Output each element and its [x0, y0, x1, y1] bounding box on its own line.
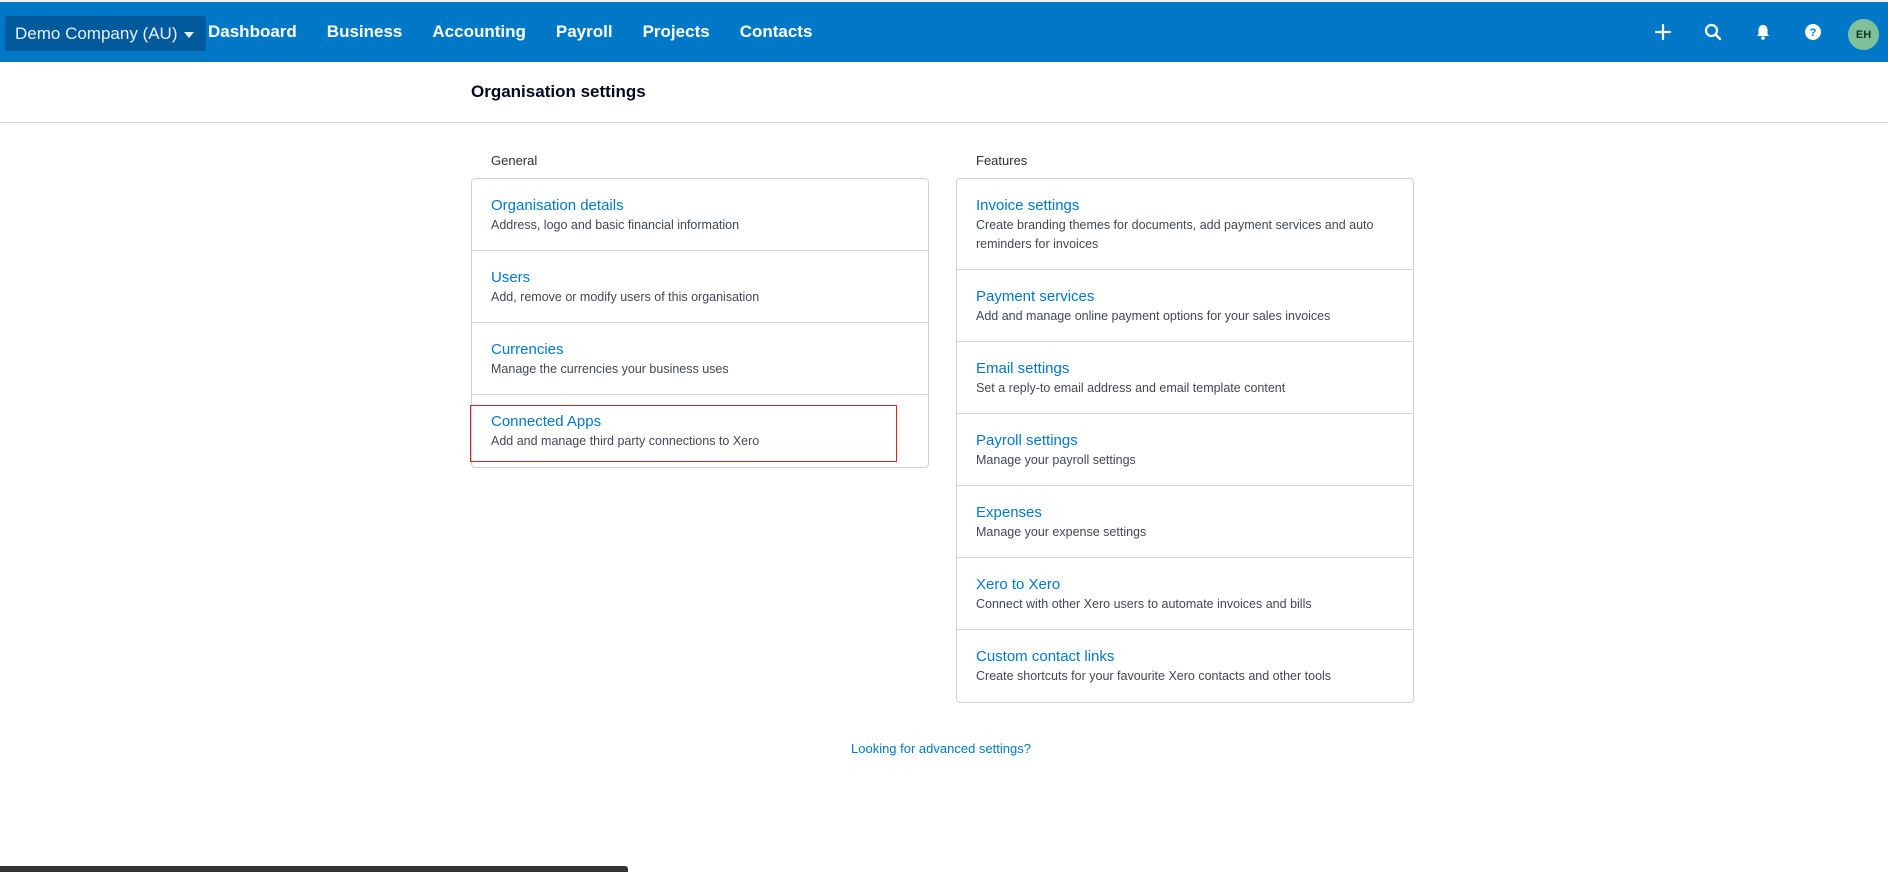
setting-description: Connect with other Xero users to automat…	[976, 597, 1312, 611]
setting-title[interactable]: Email settings	[976, 360, 1394, 377]
setting-description: Manage the currencies your business uses	[491, 362, 729, 376]
nav-projects[interactable]: Projects	[643, 22, 710, 42]
setting-title[interactable]: Users	[491, 269, 909, 286]
setting-description: Create branding themes for documents, ad…	[976, 218, 1374, 251]
plus-icon[interactable]	[1651, 20, 1675, 44]
page-title: Organisation settings	[471, 82, 646, 101]
general-settings-card: Organisation details Address, logo and b…	[471, 178, 929, 468]
setting-description: Address, logo and basic financial inform…	[491, 218, 740, 232]
setting-description: Create shortcuts for your favourite Xero…	[976, 669, 1332, 683]
setting-payroll-settings[interactable]: Payroll settings Manage your payroll set…	[957, 414, 1413, 486]
setting-users[interactable]: Users Add, remove or modify users of thi…	[472, 251, 928, 323]
setting-expenses[interactable]: Expenses Manage your expense settings	[957, 486, 1413, 558]
setting-connected-apps[interactable]: Connected Apps Add and manage third part…	[472, 395, 928, 467]
main-nav: Dashboard Business Accounting Payroll Pr…	[208, 2, 842, 62]
setting-payment-services[interactable]: Payment services Add and manage online p…	[957, 270, 1413, 342]
setting-custom-contact-links[interactable]: Custom contact links Create shortcuts fo…	[957, 630, 1413, 702]
nav-business[interactable]: Business	[327, 22, 403, 42]
setting-description: Add and manage online payment options fo…	[976, 309, 1331, 323]
setting-title[interactable]: Payment services	[976, 288, 1394, 305]
help-icon[interactable]: ?	[1801, 20, 1825, 44]
organisation-switcher[interactable]: Demo Company (AU)	[5, 16, 206, 51]
setting-title[interactable]: Payroll settings	[976, 432, 1394, 449]
setting-currencies[interactable]: Currencies Manage the currencies your bu…	[472, 323, 928, 395]
setting-description: Manage your payroll settings	[976, 453, 1136, 467]
setting-organisation-details[interactable]: Organisation details Address, logo and b…	[472, 179, 928, 251]
setting-title[interactable]: Connected Apps	[491, 413, 909, 430]
avatar-initials: EH	[1855, 28, 1872, 41]
setting-title[interactable]: Expenses	[976, 504, 1394, 521]
setting-title[interactable]: Currencies	[491, 341, 909, 358]
nav-payroll[interactable]: Payroll	[556, 22, 613, 42]
bell-icon[interactable]	[1751, 20, 1775, 44]
svg-text:?: ?	[1810, 27, 1817, 39]
setting-xero-to-xero[interactable]: Xero to Xero Connect with other Xero use…	[957, 558, 1413, 630]
setting-title[interactable]: Invoice settings	[976, 197, 1394, 214]
nav-dashboard[interactable]: Dashboard	[208, 22, 297, 42]
caret-down-icon	[183, 31, 194, 38]
user-avatar[interactable]: EH	[1848, 19, 1879, 50]
top-navigation-bar: Demo Company (AU) Dashboard Business Acc…	[0, 0, 1888, 62]
bottom-bar	[0, 866, 628, 872]
general-section-label: General	[491, 153, 538, 168]
features-section-label: Features	[976, 153, 1028, 168]
setting-title[interactable]: Custom contact links	[976, 648, 1394, 665]
setting-description: Add and manage third party connections t…	[491, 434, 760, 448]
setting-title[interactable]: Xero to Xero	[976, 576, 1394, 593]
features-settings-card: Invoice settings Create branding themes …	[956, 178, 1414, 703]
setting-description: Manage your expense settings	[976, 525, 1147, 539]
setting-invoice-settings[interactable]: Invoice settings Create branding themes …	[957, 179, 1413, 270]
setting-description: Add, remove or modify users of this orga…	[491, 290, 760, 304]
nav-accounting[interactable]: Accounting	[432, 22, 526, 42]
setting-description: Set a reply-to email address and email t…	[976, 381, 1286, 395]
advanced-settings-link[interactable]: Looking for advanced settings?	[851, 741, 1031, 756]
page-header: Organisation settings	[0, 62, 1888, 123]
setting-email-settings[interactable]: Email settings Set a reply-to email addr…	[957, 342, 1413, 414]
search-icon[interactable]	[1701, 20, 1725, 44]
organisation-name: Demo Company (AU)	[15, 23, 178, 43]
nav-contacts[interactable]: Contacts	[740, 22, 813, 42]
setting-title[interactable]: Organisation details	[491, 197, 909, 214]
